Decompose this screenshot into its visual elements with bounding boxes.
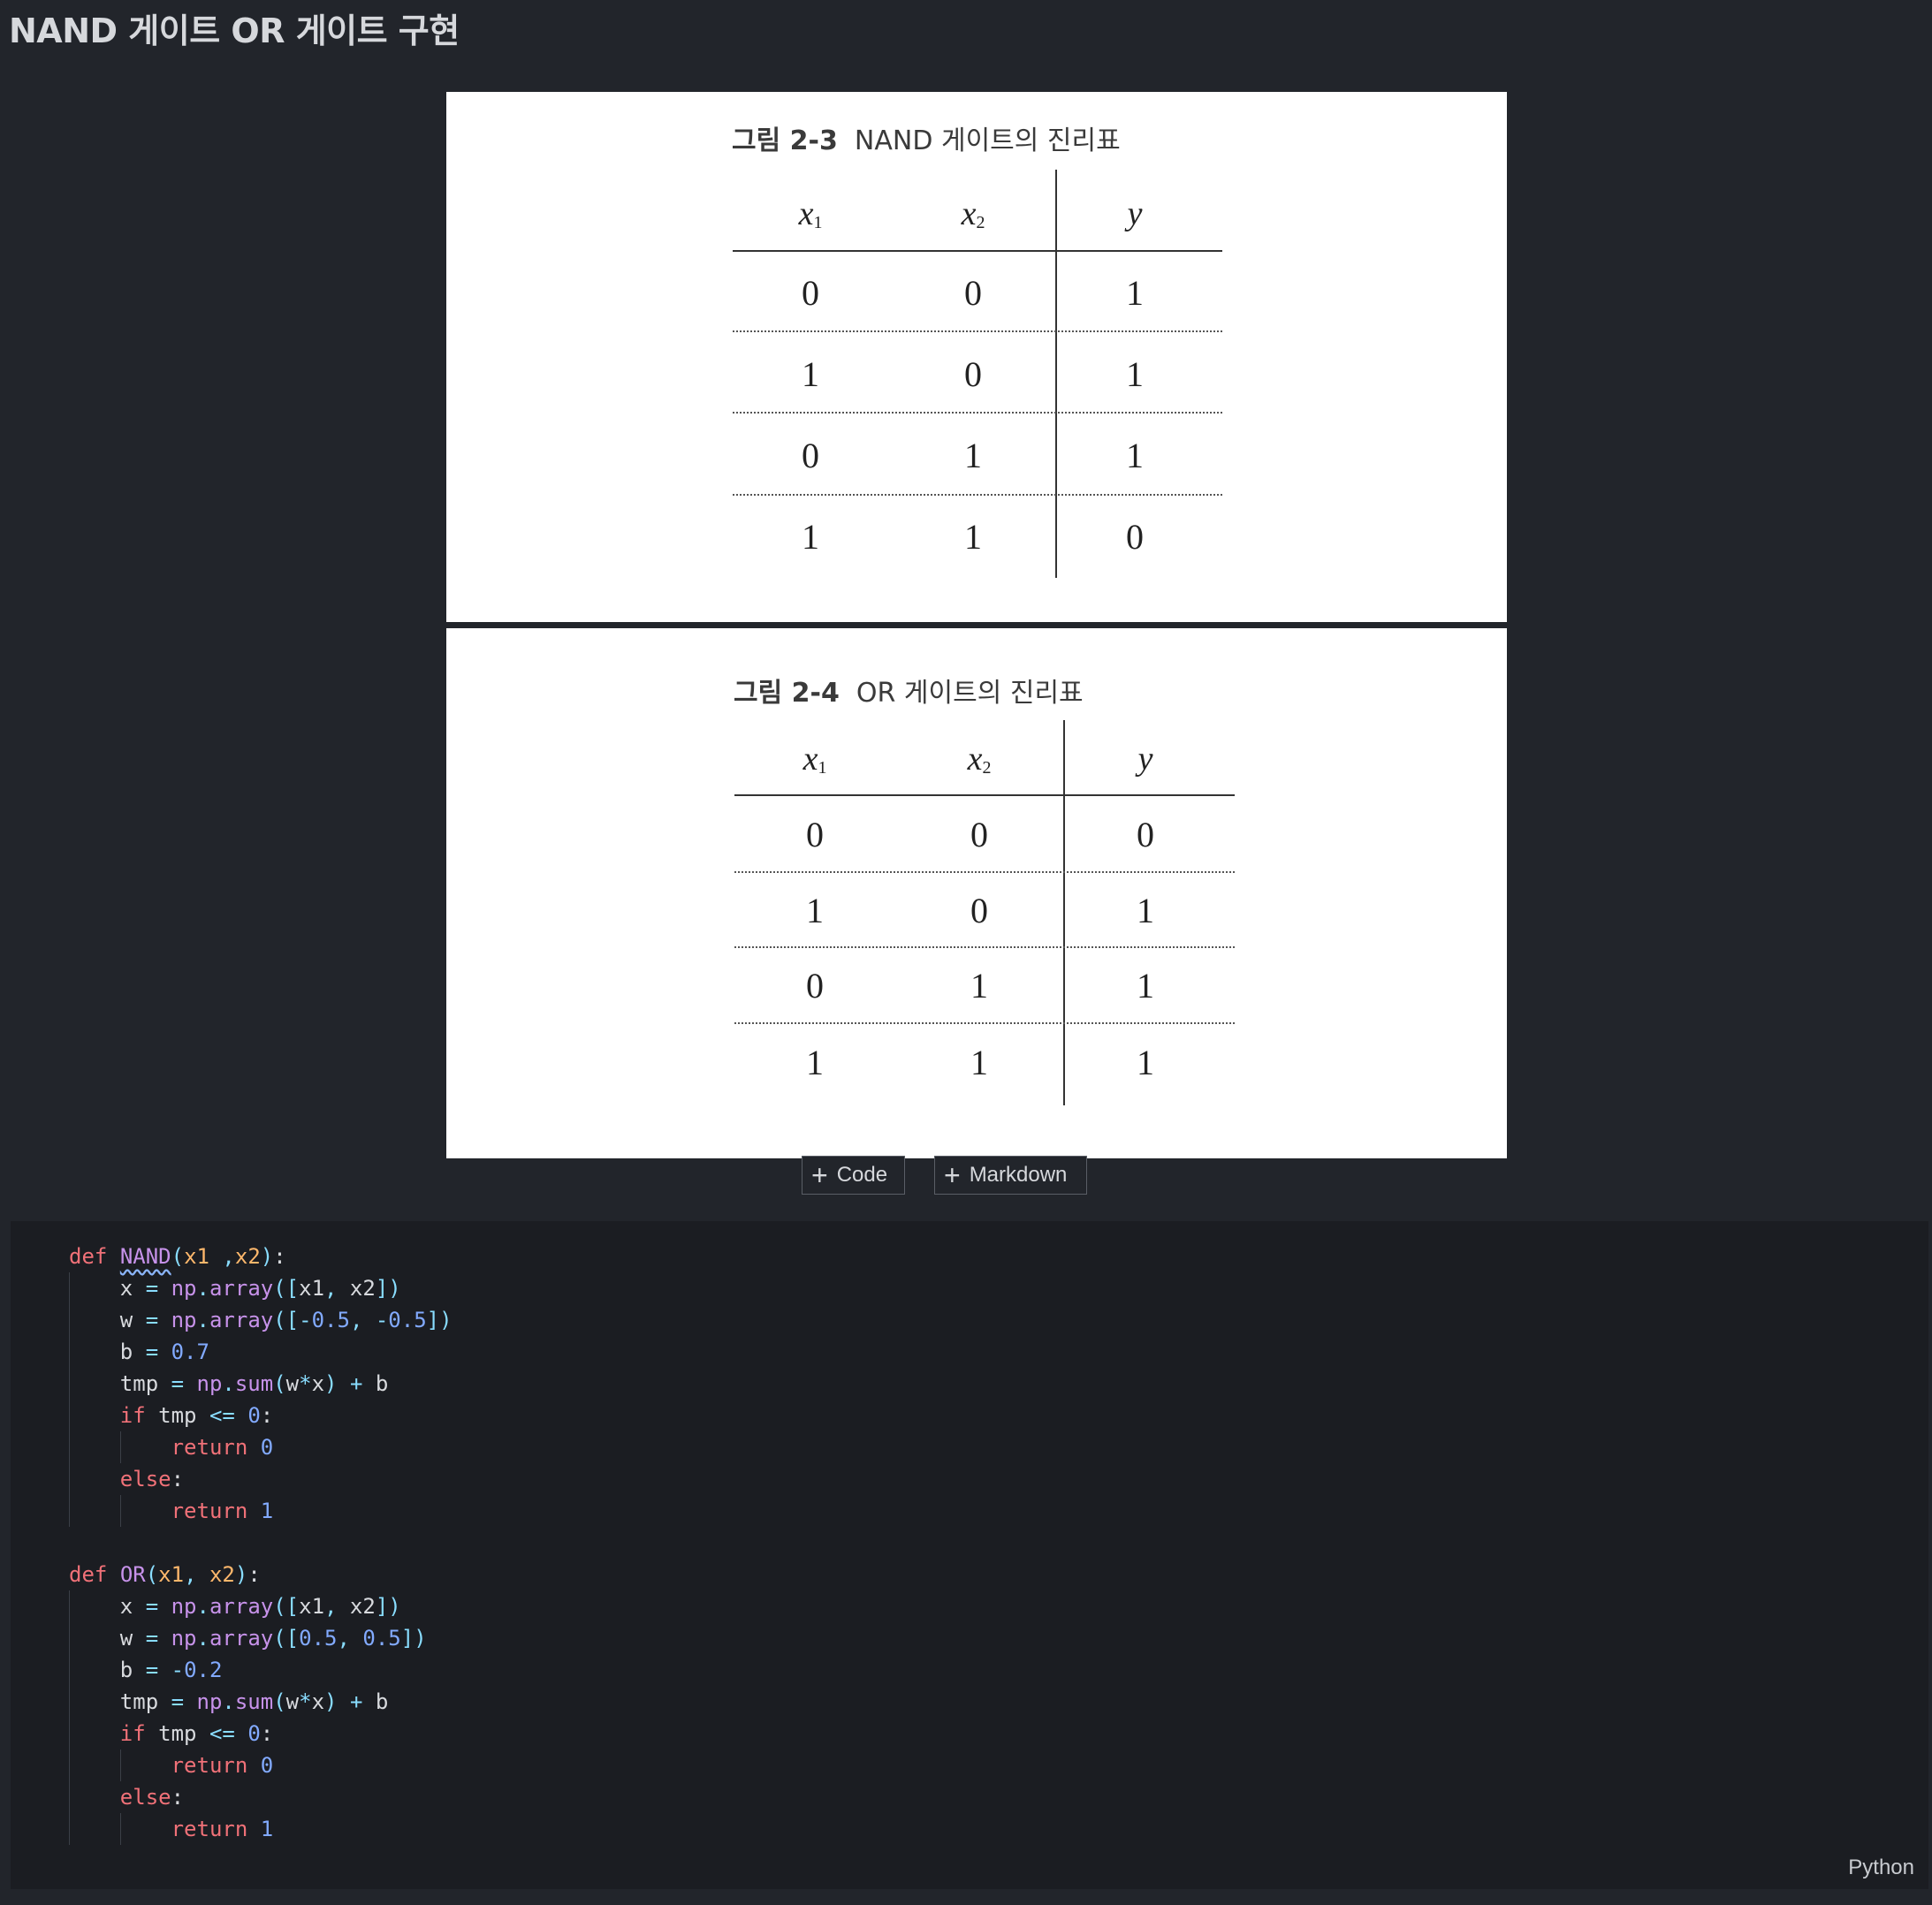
cell: 1 [970,966,988,1006]
code-line[interactable]: return 1 [69,1813,453,1845]
code-line[interactable]: else: [69,1781,453,1813]
cell: 0 [1137,815,1154,854]
cell: 1 [806,891,824,930]
code-line[interactable]: else: [69,1463,453,1495]
cell: 0 [1126,517,1144,557]
add-markdown-cell-button[interactable]: + Markdown [934,1156,1087,1195]
code-line[interactable]: w = np.array([-0.5, -0.5]) [69,1304,453,1336]
cell: 1 [964,436,982,475]
figure-nand-truth-table: 그림 2-3 NAND 게이트의 진리표 x1 x2 y 0 0 1 1 0 1… [446,92,1507,622]
cell: 1 [1137,891,1154,930]
cell: 0 [964,273,982,313]
cell: 1 [964,517,982,557]
header-x2: x2 [967,740,992,778]
code-line[interactable]: w = np.array([0.5, 0.5]) [69,1622,453,1654]
add-code-cell-button[interactable]: + Code [802,1156,905,1195]
code-line[interactable]: tmp = np.sum(w*x) + b [69,1686,453,1718]
truth-table: x1 x2 y 0 0 0 1 0 1 0 1 1 1 1 1 [446,628,1507,1158]
header-x1: x1 [802,740,827,778]
code-line[interactable]: def NAND(x1 ,x2): [69,1241,453,1272]
cell: 0 [802,273,819,313]
truth-table: x1 x2 y 0 0 1 1 0 1 0 1 1 1 1 0 [446,92,1507,622]
cell: 0 [970,891,988,930]
cell-language-label[interactable]: Python [1848,1856,1914,1880]
code-line[interactable]: def OR(x1, x2): [69,1559,453,1590]
code-text[interactable]: def NAND(x1 ,x2): x = np.array([x1, x2])… [69,1241,453,1845]
cell: 0 [806,966,824,1006]
code-line[interactable]: tmp = np.sum(w*x) + b [69,1368,453,1400]
header-y: y [1137,740,1153,778]
code-line[interactable]: return 1 [69,1495,453,1527]
header-x2: x2 [961,195,985,232]
code-line[interactable]: x = np.array([x1, x2]) [69,1590,453,1622]
code-line[interactable]: return 0 [69,1431,453,1463]
code-line[interactable]: return 0 [69,1749,453,1781]
code-line[interactable] [69,1527,453,1559]
code-line[interactable]: x = np.array([x1, x2]) [69,1272,453,1304]
cell: 1 [970,1043,988,1082]
code-line[interactable]: if tmp <= 0: [69,1718,453,1749]
cell: 0 [802,436,819,475]
add-markdown-label: Markdown [969,1163,1068,1187]
add-code-label: Code [836,1163,888,1187]
cell: 1 [802,517,819,557]
cell: 0 [964,354,982,394]
code-line[interactable]: b = 0.7 [69,1336,453,1368]
cell: 1 [1137,966,1154,1006]
cell: 1 [802,354,819,394]
cell: 1 [1137,1043,1154,1082]
cell: 1 [1126,273,1144,313]
cell: 1 [1126,436,1144,475]
markdown-heading: NAND 게이트 OR 게이트 구현 [9,11,460,50]
code-line[interactable]: if tmp <= 0: [69,1400,453,1431]
cell: 1 [806,1043,824,1082]
header-x1: x1 [798,195,823,232]
plus-icon: + [944,1159,961,1191]
cell: 1 [1126,354,1144,394]
cell: 0 [806,815,824,854]
figure-or-truth-table: 그림 2-4 OR 게이트의 진리표 x1 x2 y 0 0 0 1 0 1 0… [446,628,1507,1158]
header-y: y [1127,195,1143,232]
code-cell-editor[interactable]: def NAND(x1 ,x2): x = np.array([x1, x2])… [11,1221,1928,1889]
code-line[interactable]: b = -0.2 [69,1654,453,1686]
cell: 0 [970,815,988,854]
plus-icon: + [811,1159,828,1191]
